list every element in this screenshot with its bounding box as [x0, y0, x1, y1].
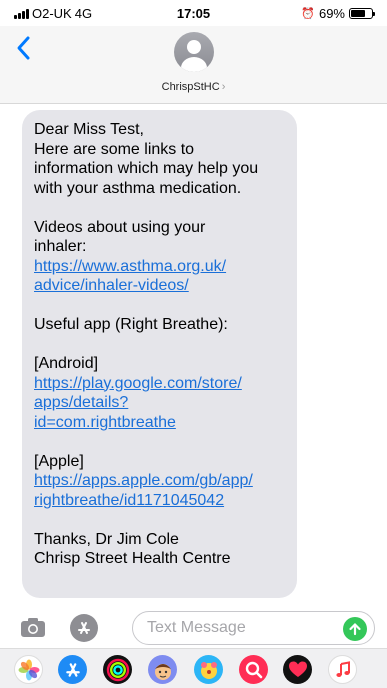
message-line: Videos about using your — [34, 218, 206, 236]
link-line[interactable]: apps/details? — [34, 394, 128, 411]
back-button[interactable] — [14, 34, 36, 62]
contact-name-button[interactable]: ChrispStHC › — [0, 81, 387, 93]
message-line: Thanks, Dr Jim Cole — [34, 530, 179, 548]
camera-button[interactable] — [20, 616, 46, 638]
app-store-icon — [65, 662, 80, 677]
music-icon — [335, 660, 350, 677]
message-line: Dear Miss Test, — [34, 121, 144, 138]
received-message-bubble: Dear Miss Test, Here are some links to i… — [22, 110, 297, 598]
memoji-app-button[interactable] — [148, 655, 177, 684]
activity-icon — [106, 658, 129, 681]
digital-touch-icon — [288, 661, 307, 677]
contact-avatar[interactable] — [174, 32, 214, 72]
arrow-up-icon — [349, 623, 361, 636]
camera-icon — [21, 618, 45, 637]
send-button[interactable] — [343, 617, 367, 641]
stickers-icon — [200, 661, 217, 679]
message-line: with your asthma medication. — [34, 179, 242, 197]
activity-app-button[interactable] — [103, 655, 132, 684]
music-app-button[interactable] — [328, 655, 357, 684]
app-store-button[interactable] — [70, 614, 98, 642]
battery-icon — [349, 8, 375, 19]
search-images-app-button[interactable] — [239, 655, 268, 684]
link-line[interactable]: rightbreathe/id1171045042 — [34, 492, 224, 509]
link-line[interactable]: https://apps.apple.com/gb/app/ — [34, 472, 253, 489]
stickers-app-button[interactable] — [194, 655, 223, 684]
battery-percent: 69% — [318, 6, 345, 21]
status-right: ⏰ 69% — [301, 6, 375, 21]
link-line[interactable]: id=com.rightbreathe — [34, 414, 176, 431]
link-line[interactable]: https://www.asthma.org.uk/ — [34, 258, 226, 275]
search-images-icon — [245, 661, 262, 678]
photos-app-button[interactable] — [14, 655, 43, 684]
contact-name: ChrispStHC — [161, 81, 220, 93]
message-input[interactable] — [132, 611, 375, 645]
conversation-header: ChrispStHC › — [0, 26, 387, 104]
link-line[interactable]: https://play.google.com/store/ — [34, 375, 242, 392]
alarm-icon: ⏰ — [301, 8, 315, 20]
digital-touch-app-button[interactable] — [283, 655, 312, 684]
message-line: Chrisp Street Health Centre — [34, 550, 231, 567]
app-store-icon — [78, 622, 90, 634]
link-android-app[interactable]: https://play.google.com/store/ apps/deta… — [34, 374, 285, 433]
status-bar: O2-UK 4G 17:05 ⏰ 69% — [0, 0, 387, 26]
chevron-right-icon: › — [221, 81, 226, 93]
message-line: information which may help you — [34, 160, 259, 177]
photos-icon — [18, 659, 39, 680]
message-line: [Apple] — [34, 452, 84, 470]
message-line: Useful app (Right Breathe): — [34, 316, 228, 333]
link-inhaler-videos[interactable]: https://www.asthma.org.uk/ advice/inhale… — [34, 257, 285, 296]
message-line: [Android] — [34, 355, 99, 372]
link-line[interactable]: advice/inhaler-videos/ — [34, 277, 189, 294]
message-line: Here are some links to — [34, 140, 195, 158]
message-line: inhaler: — [34, 238, 87, 255]
link-apple-app[interactable]: https://apps.apple.com/gb/app/ rightbrea… — [34, 471, 285, 510]
chevron-left-icon — [17, 36, 30, 60]
battery-fill — [351, 10, 365, 17]
compose-bar — [0, 608, 387, 648]
app-store-app-button[interactable] — [58, 655, 87, 684]
app-drawer — [0, 648, 387, 688]
memoji-icon — [154, 663, 171, 680]
